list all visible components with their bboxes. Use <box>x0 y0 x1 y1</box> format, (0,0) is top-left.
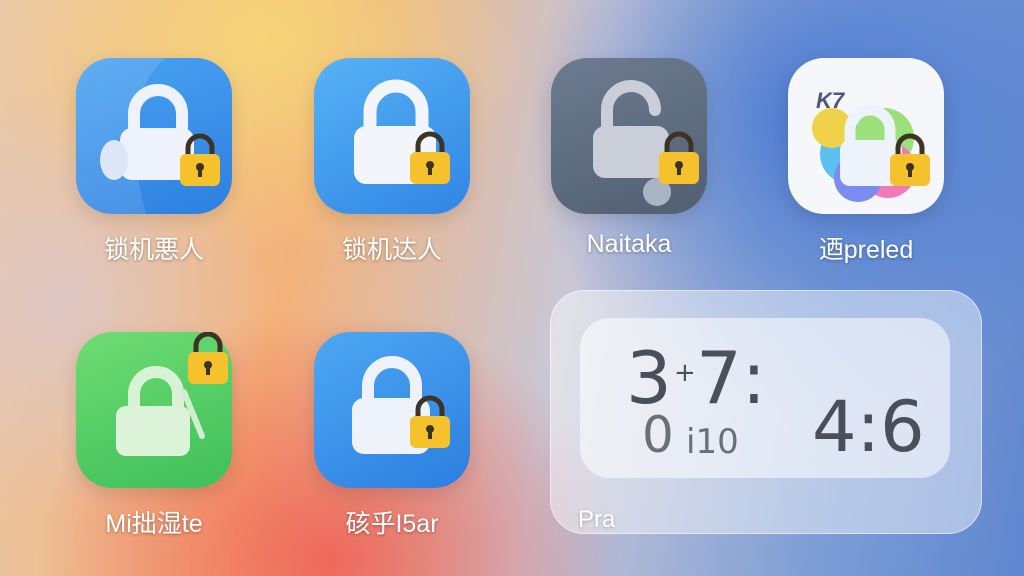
widget-label: Pra <box>578 506 616 533</box>
app-label: Mi拙湿te <box>105 510 203 538</box>
app-label: 迺preled <box>818 236 914 264</box>
app-lock-5[interactable]: Mi拙湿te <box>74 332 234 540</box>
app-lock-2[interactable]: 锁机达人 <box>312 58 472 266</box>
app-lock-6[interactable]: 硋乎I5ar <box>312 332 472 540</box>
clock-widget[interactable]: 3 + 7: 0 i10 4:6 Pra <box>550 290 982 534</box>
app-label: 硋乎I5ar <box>345 510 439 538</box>
app-icon-tile[interactable] <box>314 332 470 488</box>
tile-badge-text: K7 <box>816 88 845 113</box>
app-label: 锁机悪人 <box>103 236 204 264</box>
padlock-icon <box>116 332 228 456</box>
clock-sub-mid: i10 <box>686 422 739 462</box>
clock-plus: + <box>674 358 696 388</box>
clock-right-time: 4:6 <box>812 386 925 468</box>
app-label: 锁机达人 <box>341 236 442 264</box>
padlock-icon <box>354 79 450 184</box>
app-icon-tile[interactable] <box>76 332 232 488</box>
padlock-icon <box>352 356 450 454</box>
app-lock-3[interactable]: Naitaka <box>549 58 709 259</box>
badge-lock-icon <box>188 332 228 384</box>
padlock-icon <box>812 104 930 202</box>
app-lock-1[interactable]: 锁机悪人 <box>74 58 234 266</box>
padlock-icon <box>76 58 220 214</box>
app-icon-tile[interactable] <box>314 58 470 214</box>
app-lock-4[interactable]: K7 迺preled <box>786 58 946 266</box>
app-icon-tile[interactable] <box>76 58 232 214</box>
app-icon-tile[interactable] <box>551 58 707 214</box>
app-label: Naitaka <box>586 230 672 258</box>
padlock-icon <box>593 80 699 206</box>
clock-sub-left: 0 <box>642 406 674 464</box>
clock-minute: 7: <box>696 336 767 420</box>
app-icon-tile[interactable]: K7 <box>788 58 944 214</box>
